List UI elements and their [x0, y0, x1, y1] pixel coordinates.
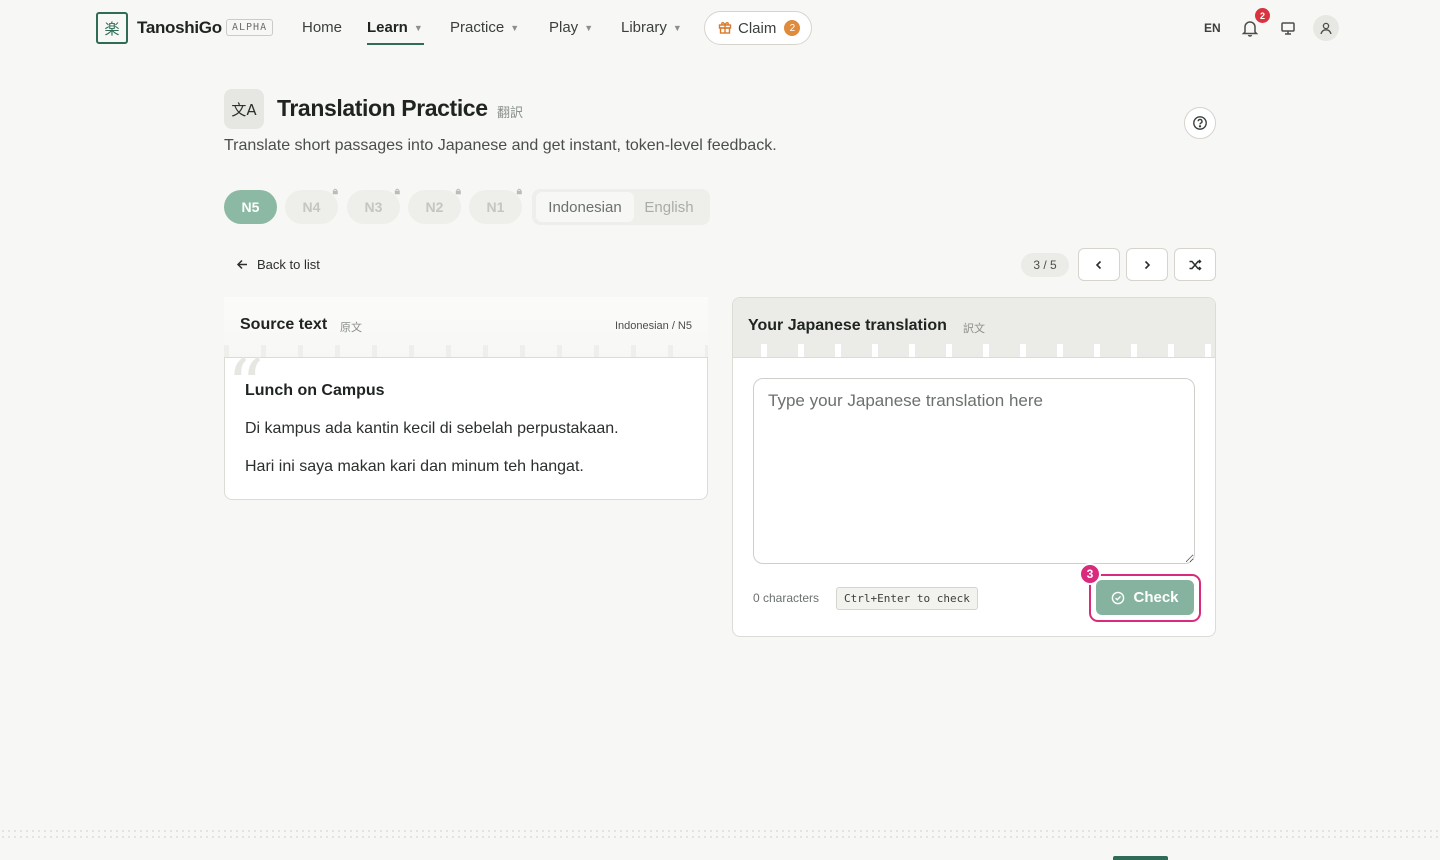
chevron-down-icon: ▼: [672, 22, 682, 33]
next-button[interactable]: [1126, 248, 1168, 281]
nav-practice[interactable]: Practice ▼: [450, 19, 519, 36]
translate-icon: 文A: [224, 89, 264, 129]
back-label: Back to list: [257, 257, 320, 272]
passage-line: Di kampus ada kantin kecil di sebelah pe…: [245, 420, 619, 437]
level-label: N2: [425, 199, 444, 215]
nav-home-label: Home: [302, 19, 343, 36]
translation-card-header: Your Japanese translation 訳文: [733, 298, 1215, 358]
language-switcher[interactable]: EN: [1204, 21, 1221, 35]
lock-icon: 🔒︎: [394, 186, 400, 197]
help-icon: [1193, 116, 1207, 130]
logo-icon[interactable]: 楽: [96, 12, 128, 44]
notification-count-badge: 2: [1255, 8, 1270, 23]
nav-learn[interactable]: Learn ▼: [367, 19, 423, 36]
user-avatar[interactable]: [1313, 15, 1339, 41]
level-label: N5: [241, 199, 260, 215]
source-text-card: Source text 原文 Indonesian / N5 “ Lunch o…: [224, 297, 708, 500]
level-n3[interactable]: N3 🔒︎: [347, 186, 400, 224]
active-nav-indicator: [367, 43, 424, 45]
claim-label: Claim: [738, 19, 777, 37]
previous-button[interactable]: [1078, 248, 1120, 281]
lock-icon: 🔒︎: [455, 186, 461, 197]
claim-count-badge: 2: [784, 20, 801, 36]
gift-icon: [718, 20, 732, 37]
alpha-badge: ALPHA: [226, 19, 274, 36]
brand-name[interactable]: TanoshiGo: [137, 18, 222, 38]
chevron-left-icon: [1095, 260, 1102, 269]
chevron-down-icon: ▼: [510, 22, 520, 33]
translation-input[interactable]: [753, 378, 1195, 564]
help-button[interactable]: [1184, 107, 1216, 139]
footer: [0, 842, 1440, 860]
ruler-decoration: [224, 345, 708, 357]
nav-practice-label: Practice: [450, 19, 505, 36]
level-n2[interactable]: N2 🔒︎: [408, 186, 461, 224]
lang-option-indonesian[interactable]: Indonesian: [536, 192, 634, 222]
nav-home[interactable]: Home: [302, 19, 342, 36]
character-count: 0 characters: [753, 591, 820, 605]
shuffle-button[interactable]: [1174, 248, 1216, 281]
check-circle-icon: [1112, 591, 1125, 604]
footer-pattern: [0, 828, 1440, 842]
source-card-body: “ Lunch on Campus Di kampus ada kantin k…: [224, 344, 708, 500]
level-n4[interactable]: N4 🔒︎: [285, 186, 338, 224]
nav-library-label: Library: [621, 19, 667, 36]
page-title: Translation Practice: [277, 95, 488, 121]
nav-play-label: Play: [549, 19, 579, 36]
footer-action-button[interactable]: [1113, 856, 1168, 860]
keyboard-shortcut-hint: Ctrl+Enter to check: [836, 587, 978, 610]
lang-option-english[interactable]: English: [635, 192, 703, 222]
page-title-japanese: 翻訳: [497, 106, 524, 121]
translation-card-title: Your Japanese translation: [748, 317, 947, 334]
level-n1[interactable]: N1 🔒︎: [469, 186, 522, 224]
source-card-title: Source text: [240, 316, 328, 333]
arrow-left-icon: [236, 259, 247, 270]
level-n5[interactable]: N5: [224, 190, 277, 224]
check-button[interactable]: Check: [1096, 580, 1194, 615]
lock-icon: 🔒︎: [516, 186, 522, 197]
back-to-list-link[interactable]: Back to list: [236, 257, 320, 272]
display-icon[interactable]: [1276, 16, 1300, 40]
source-meta: Indonesian / N5: [614, 320, 692, 332]
nav-learn-label: Learn: [367, 19, 408, 36]
source-card-title-japanese: 原文: [340, 321, 362, 334]
chevron-down-icon: ▼: [584, 22, 594, 33]
level-label: N1: [486, 199, 505, 215]
shuffle-icon: [1189, 258, 1202, 271]
page-subtitle: Translate short passages into Japanese a…: [224, 137, 777, 154]
claim-button[interactable]: Claim 2: [704, 11, 812, 45]
nav-library[interactable]: Library ▼: [621, 19, 682, 36]
lock-icon: 🔒︎: [332, 186, 338, 197]
check-label: Check: [1133, 589, 1179, 606]
ruler-decoration: [761, 344, 1215, 357]
nav-play[interactable]: Play ▼: [549, 19, 593, 36]
passage-line: Hari ini saya makan kari dan minum teh h…: [245, 458, 584, 475]
tutorial-step-badge: 3: [1079, 563, 1101, 585]
user-icon: [1320, 22, 1332, 35]
top-navigation: 楽 TanoshiGo ALPHA Home Learn ▼ Practice …: [0, 0, 1440, 56]
chevron-right-icon: [1144, 260, 1151, 269]
chevron-down-icon: ▼: [413, 22, 423, 33]
source-card-header: Source text 原文 Indonesian / N5: [224, 297, 708, 357]
level-label: N3: [364, 199, 383, 215]
translation-card-title-japanese: 訳文: [963, 322, 985, 335]
passage-counter: 3 / 5: [1021, 253, 1069, 277]
passage-title: Lunch on Campus: [245, 382, 385, 399]
level-label: N4: [302, 199, 321, 215]
source-language-toggle: Indonesian English: [532, 189, 710, 225]
